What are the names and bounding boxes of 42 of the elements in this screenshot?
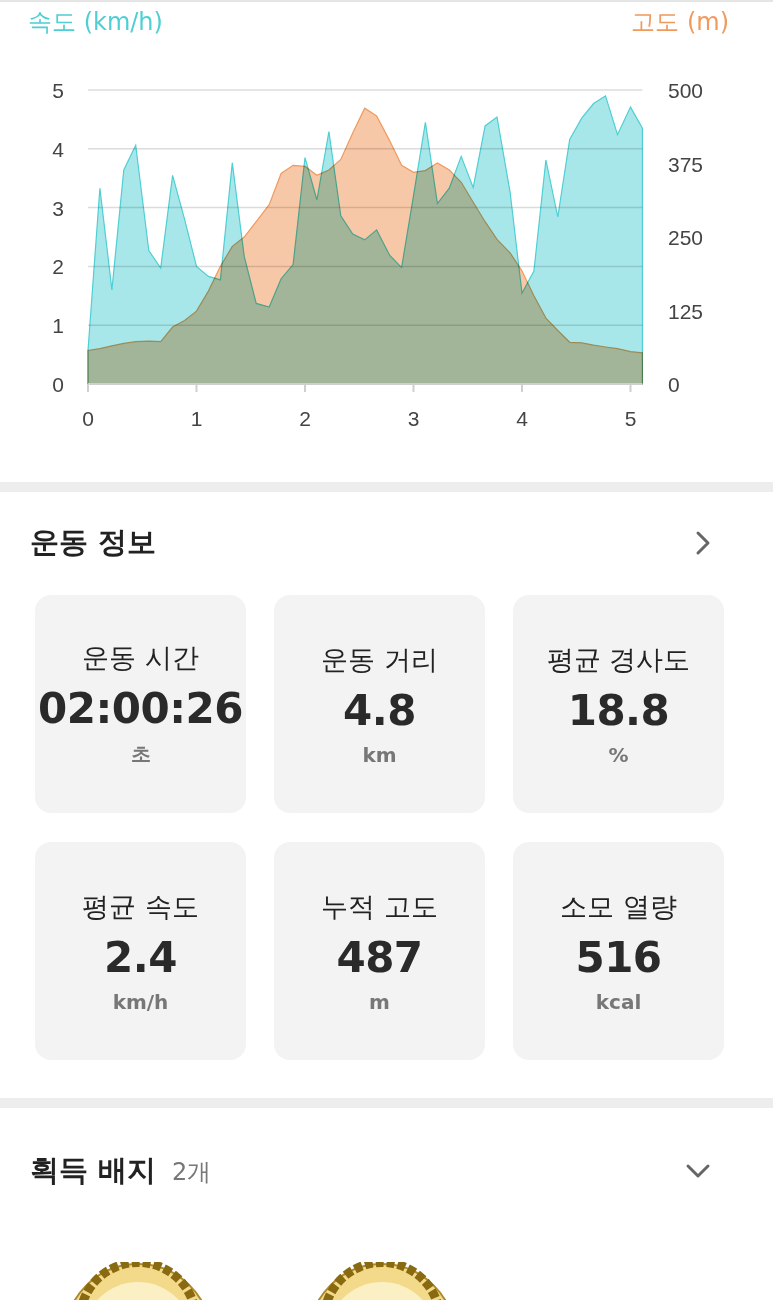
axis-label: 3 <box>52 196 64 220</box>
chevron-down-icon[interactable] <box>685 1163 711 1179</box>
stat-unit: % <box>608 742 629 767</box>
axis-label: 0 <box>668 373 680 396</box>
axis-label: 1 <box>190 407 203 430</box>
stat-label: 운동 시간 <box>82 641 199 675</box>
stat-label: 운동 거리 <box>321 642 438 677</box>
stat-label: 소모 열량 <box>560 889 677 924</box>
speed-axis-title: 속도 (km/h) <box>28 7 163 38</box>
stat-value: 18.8 <box>567 685 670 735</box>
stat-unit: km <box>362 742 397 767</box>
axis-label: 5 <box>624 407 637 430</box>
stat-unit: 초 <box>130 741 151 768</box>
axis-label: 375 <box>668 152 704 176</box>
axis-label: 0 <box>52 373 64 396</box>
stat-label: 평균 속도 <box>82 889 199 924</box>
axis-label: 3 <box>407 407 420 430</box>
axis-label: 2 <box>52 255 64 279</box>
axis-label: 5 <box>52 79 64 102</box>
axis-label: 500 <box>668 79 704 102</box>
section-title: 획득 배지 <box>30 1152 157 1189</box>
stat-value: 516 <box>575 932 662 982</box>
stat-unit: kcal <box>595 989 642 1014</box>
axis-label: 125 <box>668 299 704 323</box>
stat-label: 누적 고도 <box>321 889 438 924</box>
stat-value: 2.4 <box>104 932 177 982</box>
axis-label: 0 <box>82 407 94 430</box>
stat-unit: m <box>369 989 390 1014</box>
section-title: 운동 정보 <box>30 524 157 561</box>
axis-label: 2 <box>299 407 311 430</box>
axis-label: 4 <box>516 407 528 430</box>
stat-value: 02:00:26 <box>38 684 243 733</box>
stat-value: 487 <box>336 932 423 982</box>
axis-label: 4 <box>52 137 64 161</box>
badge-count: 2개 <box>172 1157 212 1188</box>
stat-unit: km/h <box>112 989 169 1014</box>
chevron-right-icon[interactable] <box>695 530 711 556</box>
axis-label: 250 <box>668 226 704 249</box>
axis-label: 1 <box>52 314 64 338</box>
stat-value: 4.8 <box>343 685 416 735</box>
altitude-axis-title: 고도 (m) <box>631 7 729 38</box>
stat-label: 평균 경사도 <box>546 642 691 677</box>
